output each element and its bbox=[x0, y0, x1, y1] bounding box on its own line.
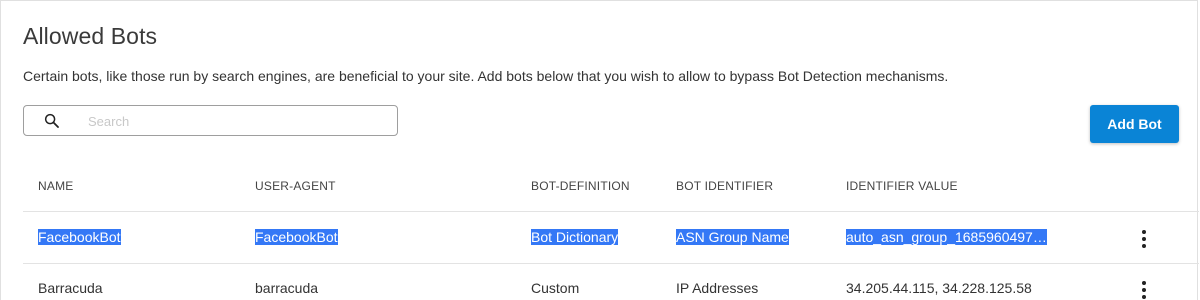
add-bot-button[interactable]: Add Bot bbox=[1090, 105, 1179, 143]
row-bot-identifier: ASN Group Name bbox=[676, 229, 789, 245]
row-name: FacebookBot bbox=[38, 229, 121, 245]
page-title: Allowed Bots bbox=[23, 23, 158, 49]
table-row-divider bbox=[23, 263, 1199, 264]
row-user-agent: FacebookBot bbox=[255, 229, 338, 245]
column-header-user-agent: USER-AGENT bbox=[255, 179, 336, 193]
row-identifier-value: 34.205.44.115, 34.228.125.58 bbox=[846, 280, 1032, 296]
column-header-identifier-value: IDENTIFIER VALUE bbox=[846, 179, 958, 193]
more-vert-icon[interactable] bbox=[1141, 230, 1147, 248]
row-identifier-value: auto_asn_group_1685960497… bbox=[846, 229, 1047, 245]
page-description: Certain bots, like those run by search e… bbox=[23, 68, 949, 84]
column-header-name: NAME bbox=[38, 179, 74, 193]
allowed-bots-panel: Allowed Bots Certain bots, like those ru… bbox=[0, 0, 1199, 300]
row-bot-definition: Bot Dictionary bbox=[531, 229, 619, 245]
row-bot-definition: Custom bbox=[531, 280, 580, 296]
more-vert-icon[interactable] bbox=[1141, 281, 1147, 299]
row-name: Barracuda bbox=[38, 280, 103, 296]
row-user-agent: barracuda bbox=[255, 280, 319, 296]
table-header-divider bbox=[23, 211, 1199, 212]
row-bot-identifier: IP Addresses bbox=[676, 280, 759, 296]
search-input[interactable] bbox=[88, 109, 388, 133]
column-header-bot-identifier: BOT IDENTIFIER bbox=[676, 179, 774, 193]
column-header-bot-definition: BOT-DEFINITION bbox=[531, 179, 630, 193]
search-box[interactable] bbox=[23, 105, 398, 136]
search-icon bbox=[44, 113, 59, 128]
